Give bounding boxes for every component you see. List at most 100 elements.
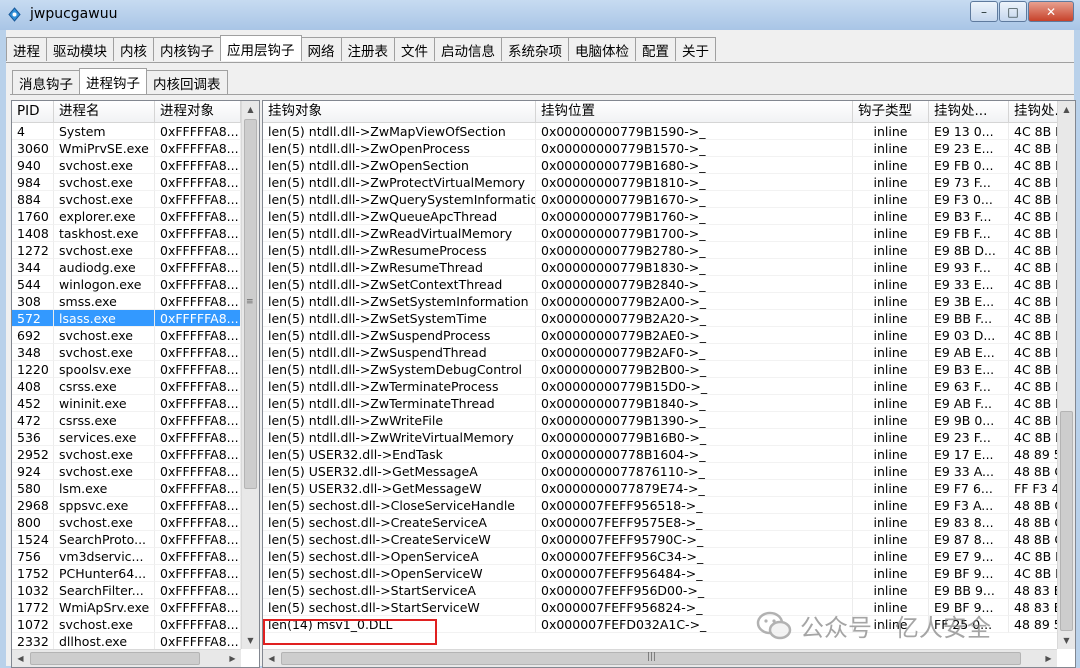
column-header[interactable]: 挂钩位置 <box>536 101 853 122</box>
table-row[interactable]: len(5) ntdll.dll->ZwQuerySystemInformati… <box>263 191 1061 208</box>
table-row[interactable]: len(5) ntdll.dll->ZwSetContextThread 0x00… <box>263 276 1061 293</box>
tab-6[interactable]: 注册表 <box>340 37 395 61</box>
table-row[interactable]: len(5) USER32.dll->GetMessageA 0x00000000… <box>263 463 1061 480</box>
subtab-0[interactable]: 消息钩子 <box>12 70 80 94</box>
tab-10[interactable]: 电脑体检 <box>568 37 636 61</box>
tab-1[interactable]: 驱动模块 <box>46 37 114 61</box>
table-row[interactable]: len(5) ntdll.dll->ZwOpenSection 0x0000000… <box>263 157 1061 174</box>
table-row[interactable]: len(5) sechost.dll->OpenServiceA 0x000007… <box>263 548 1061 565</box>
tab-7[interactable]: 文件 <box>394 37 435 61</box>
table-row[interactable]: len(5) ntdll.dll->ZwResumeProcess 0x00000… <box>263 242 1061 259</box>
table-row[interactable]: 1072 svchost.exe 0xFFFFFA8... <box>12 616 241 633</box>
tab-9[interactable]: 系统杂项 <box>501 37 569 61</box>
table-row[interactable]: 2968 sppsvc.exe 0xFFFFFA8... <box>12 497 241 514</box>
table-row[interactable]: len(5) ntdll.dll->ZwOpenProcess 0x0000000… <box>263 140 1061 157</box>
process-hscroll-thumb[interactable] <box>30 652 200 665</box>
table-row[interactable]: 940 svchost.exe 0xFFFFFA8... <box>12 157 241 174</box>
hook-vscroll-thumb[interactable] <box>1060 411 1073 631</box>
table-row[interactable]: 800 svchost.exe 0xFFFFFA8... <box>12 514 241 531</box>
table-row[interactable]: 408 csrss.exe 0xFFFFFA8... <box>12 378 241 395</box>
table-row[interactable]: len(5) ntdll.dll->ZwResumeThread 0x000000… <box>263 259 1061 276</box>
tab-0[interactable]: 进程 <box>6 37 47 61</box>
table-row[interactable]: len(5) ntdll.dll->ZwSystemDebugControl 0x… <box>263 361 1061 378</box>
table-row[interactable]: len(5) ntdll.dll->ZwSetSystemInformation… <box>263 293 1061 310</box>
table-row[interactable]: 4 System 0xFFFFFA8... <box>12 123 241 140</box>
table-row[interactable]: 536 services.exe 0xFFFFFA8... <box>12 429 241 446</box>
table-row[interactable]: 1772 WmiApSrv.exe 0xFFFFFA8... <box>12 599 241 616</box>
table-row[interactable]: len(5) ntdll.dll->ZwReadVirtualMemory 0x0… <box>263 225 1061 242</box>
column-header[interactable]: 钩子类型 <box>853 101 929 122</box>
process-vscrollbar[interactable]: ▲ ≡ ▼ <box>241 101 259 649</box>
tab-4[interactable]: 应用层钩子 <box>220 35 302 61</box>
table-row[interactable]: 984 svchost.exe 0xFFFFFA8... <box>12 174 241 191</box>
table-row[interactable]: len(5) ntdll.dll->ZwWriteFile 0x000000007… <box>263 412 1061 429</box>
table-row[interactable]: 308 smss.exe 0xFFFFFA8... <box>12 293 241 310</box>
table-row[interactable]: len(5) sechost.dll->StartServiceA 0x00000… <box>263 582 1061 599</box>
table-row[interactable]: 348 svchost.exe 0xFFFFFA8... <box>12 344 241 361</box>
table-row[interactable]: 544 winlogon.exe 0xFFFFFA8... <box>12 276 241 293</box>
hook-hscrollbar[interactable]: ◀ ||| ▶ <box>263 649 1057 667</box>
scroll-up-icon[interactable]: ▲ <box>1058 101 1075 118</box>
table-row[interactable]: len(5) ntdll.dll->ZwProtectVirtualMemory… <box>263 174 1061 191</box>
table-row[interactable]: len(5) ntdll.dll->ZwSuspendProcess 0x0000… <box>263 327 1061 344</box>
table-row[interactable]: 472 csrss.exe 0xFFFFFA8... <box>12 412 241 429</box>
table-row[interactable]: 1408 taskhost.exe 0xFFFFFA8... <box>12 225 241 242</box>
column-header[interactable]: 进程名 <box>54 101 155 122</box>
tab-11[interactable]: 配置 <box>635 37 676 61</box>
table-row[interactable]: len(5) sechost.dll->CreateServiceW 0x0000… <box>263 531 1061 548</box>
table-row[interactable]: 2332 dllhost.exe 0xFFFFFA8... <box>12 633 241 650</box>
maximize-button[interactable]: □ <box>999 1 1027 22</box>
column-header[interactable]: 挂钩处... <box>1009 101 1061 122</box>
scroll-up-icon[interactable]: ▲ <box>242 101 259 118</box>
table-row[interactable]: 344 audiodg.exe 0xFFFFFA8... <box>12 259 241 276</box>
table-row[interactable]: len(5) USER32.dll->GetMessageW 0x00000000… <box>263 480 1061 497</box>
table-row[interactable]: len(5) sechost.dll->CreateServiceA 0x0000… <box>263 514 1061 531</box>
table-row[interactable]: 2952 svchost.exe 0xFFFFFA8... <box>12 446 241 463</box>
scroll-left-icon[interactable]: ◀ <box>263 650 280 667</box>
tab-3[interactable]: 内核钩子 <box>153 37 221 61</box>
scroll-right-icon[interactable]: ▶ <box>1040 650 1057 667</box>
process-hscrollbar[interactable]: ◀ ▶ <box>12 649 241 667</box>
table-row[interactable]: len(5) USER32.dll->EndTask 0x00000000778B… <box>263 446 1061 463</box>
column-header[interactable]: 挂钩对象 <box>263 101 536 122</box>
tab-8[interactable]: 启动信息 <box>434 37 502 61</box>
table-row[interactable]: 3060 WmiPrvSE.exe 0xFFFFFA8... <box>12 140 241 157</box>
minimize-button[interactable]: – <box>970 1 998 22</box>
table-row[interactable]: 924 svchost.exe 0xFFFFFA8... <box>12 463 241 480</box>
table-row[interactable]: len(5) ntdll.dll->ZwQueueApcThread 0x0000… <box>263 208 1061 225</box>
subtab-1[interactable]: 进程钩子 <box>79 68 147 94</box>
table-row[interactable]: len(5) sechost.dll->CloseServiceHandle 0x… <box>263 497 1061 514</box>
table-row[interactable]: 1760 explorer.exe 0xFFFFFA8... <box>12 208 241 225</box>
table-row[interactable]: len(5) ntdll.dll->ZwWriteVirtualMemory 0x… <box>263 429 1061 446</box>
table-row[interactable]: 756 vm3dservic... 0xFFFFFA8... <box>12 548 241 565</box>
table-row[interactable]: 1752 PCHunter64... 0xFFFFFA8... <box>12 565 241 582</box>
table-row[interactable]: 1272 svchost.exe 0xFFFFFA8... <box>12 242 241 259</box>
table-row[interactable]: 452 wininit.exe 0xFFFFFA8... <box>12 395 241 412</box>
table-row[interactable]: len(5) sechost.dll->OpenServiceW 0x000007… <box>263 565 1061 582</box>
table-row[interactable]: 1032 SearchFilter... 0xFFFFFA8... <box>12 582 241 599</box>
scroll-right-icon[interactable]: ▶ <box>224 650 241 667</box>
table-row[interactable]: 1524 SearchProto... 0xFFFFFA8... <box>12 531 241 548</box>
scroll-down-icon[interactable]: ▼ <box>242 632 259 649</box>
column-header[interactable]: 挂钩处... <box>929 101 1009 122</box>
column-header[interactable]: PID <box>12 101 54 122</box>
table-row[interactable]: len(5) ntdll.dll->ZwSetSystemTime 0x00000… <box>263 310 1061 327</box>
table-row[interactable]: len(5) ntdll.dll->ZwTerminateThread 0x000… <box>263 395 1061 412</box>
subtab-2[interactable]: 内核回调表 <box>146 70 228 94</box>
table-row[interactable]: 1220 spoolsv.exe 0xFFFFFA8... <box>12 361 241 378</box>
table-row[interactable]: len(5) ntdll.dll->ZwTerminateProcess 0x00… <box>263 378 1061 395</box>
tab-2[interactable]: 内核 <box>113 37 154 61</box>
scroll-down-icon[interactable]: ▼ <box>1058 632 1075 649</box>
table-row[interactable]: 884 svchost.exe 0xFFFFFA8... <box>12 191 241 208</box>
table-row[interactable]: 692 svchost.exe 0xFFFFFA8... <box>12 327 241 344</box>
close-button[interactable]: ✕ <box>1028 1 1074 22</box>
tab-5[interactable]: 网络 <box>300 37 342 61</box>
column-header[interactable]: 进程对象 <box>155 101 241 122</box>
hook-vscrollbar[interactable]: ▲ ▼ <box>1057 101 1075 649</box>
scroll-left-icon[interactable]: ◀ <box>12 650 29 667</box>
table-row[interactable]: 580 lsm.exe 0xFFFFFA8... <box>12 480 241 497</box>
table-row[interactable]: len(5) ntdll.dll->ZwSuspendThread 0x00000… <box>263 344 1061 361</box>
table-row[interactable]: len(5) ntdll.dll->ZwMapViewOfSection 0x00… <box>263 123 1061 140</box>
tab-12[interactable]: 关于 <box>675 37 716 61</box>
table-row[interactable]: 572 lsass.exe 0xFFFFFA8... <box>12 310 241 327</box>
